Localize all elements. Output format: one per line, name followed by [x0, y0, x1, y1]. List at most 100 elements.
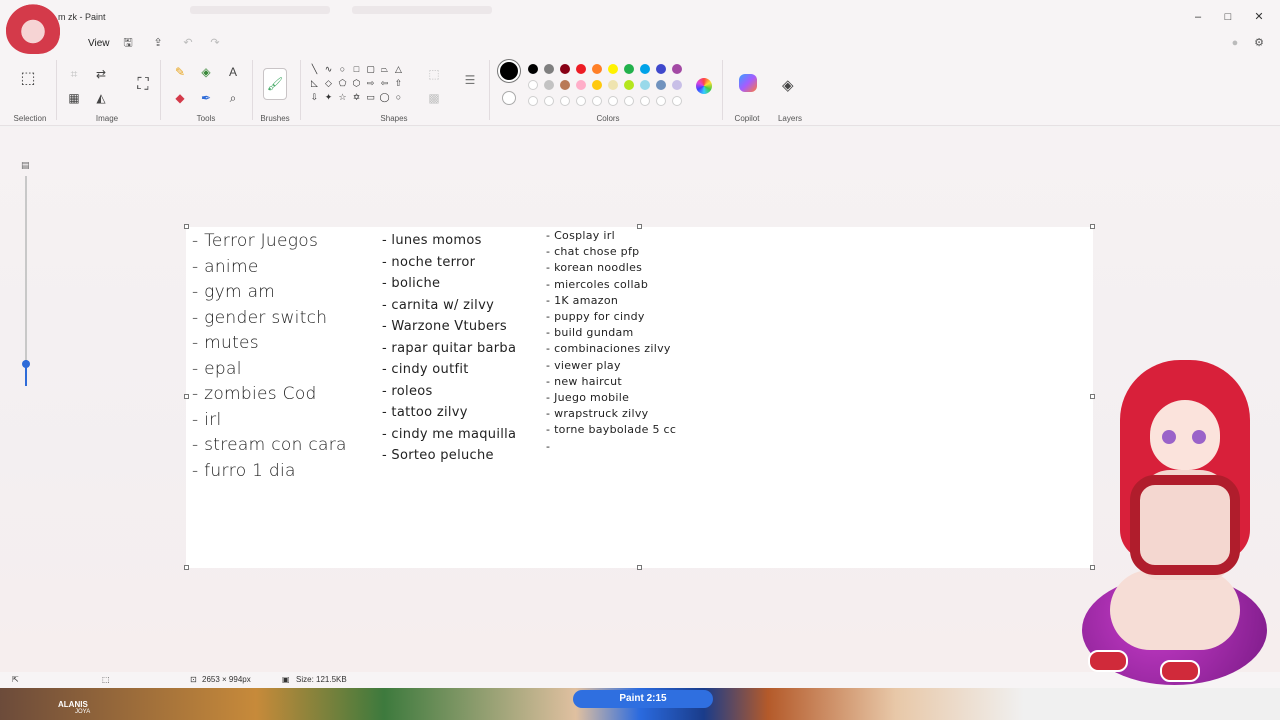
custom-color-slot[interactable] — [560, 96, 570, 106]
color-swatch[interactable] — [592, 80, 602, 90]
custom-color-slot[interactable] — [656, 96, 666, 106]
color-swatch[interactable] — [608, 80, 618, 90]
edit-colors-icon[interactable] — [696, 78, 712, 94]
right-arrow-shape-icon[interactable]: ⇨ — [365, 78, 376, 89]
four-point-star-icon[interactable]: ✦ — [323, 92, 334, 103]
polygon-shape-icon[interactable]: ⏢ — [379, 64, 390, 75]
pentagon-shape-icon[interactable]: ⬠ — [337, 78, 348, 89]
rectangle-shape-icon[interactable]: □ — [351, 64, 362, 75]
copilot-icon[interactable] — [739, 74, 757, 92]
down-arrow-shape-icon[interactable]: ⇩ — [309, 92, 320, 103]
color-swatch[interactable] — [656, 64, 666, 74]
note-line: - chat chose pfp — [546, 245, 640, 259]
overlay-label: ALANIS — [58, 700, 88, 709]
rotate-icon[interactable]: ◭ — [93, 90, 109, 106]
rounded-rect-shape-icon[interactable]: ▢ — [365, 64, 376, 75]
color-swatch[interactable] — [672, 80, 682, 90]
callout-oval-icon[interactable]: ◯ — [379, 92, 390, 103]
secondary-color[interactable] — [502, 91, 516, 105]
canvas-handle[interactable] — [637, 565, 642, 570]
canvas-handle[interactable] — [637, 224, 642, 229]
custom-color-slot[interactable] — [592, 96, 602, 106]
primary-color[interactable] — [500, 62, 518, 80]
brushes-button[interactable]: 🖌 — [263, 68, 287, 100]
color-swatch[interactable] — [544, 80, 554, 90]
share-icon[interactable]: ⇪ — [151, 36, 165, 50]
shape-size-icon[interactable]: ☰ — [462, 72, 478, 88]
zoom-slider-thumb[interactable] — [22, 360, 30, 368]
custom-color-slot[interactable] — [544, 96, 554, 106]
five-point-star-icon[interactable]: ☆ — [337, 92, 348, 103]
view-menu[interactable]: View — [82, 36, 116, 51]
resize-icon[interactable]: ⇄ — [93, 66, 109, 82]
eraser-icon[interactable]: ◆ — [172, 90, 188, 106]
color-swatch[interactable] — [640, 64, 650, 74]
note-line: - irl — [192, 409, 222, 430]
color-swatch[interactable] — [576, 80, 586, 90]
minimize-button[interactable]: – — [1190, 10, 1206, 24]
pencil-icon[interactable]: ✎ — [172, 64, 188, 80]
zoom-slider[interactable] — [25, 176, 27, 386]
six-point-star-icon[interactable]: ✡ — [351, 92, 362, 103]
color-swatch[interactable] — [560, 64, 570, 74]
color-swatch[interactable] — [624, 80, 634, 90]
close-button[interactable]: ✕ — [1251, 10, 1267, 24]
callout-rect-icon[interactable]: ▭ — [365, 92, 376, 103]
color-swatch[interactable] — [560, 80, 570, 90]
text-tool-icon[interactable]: A — [225, 64, 241, 80]
triangle-shape-icon[interactable]: △ — [393, 64, 404, 75]
custom-color-slot[interactable] — [672, 96, 682, 106]
custom-color-slot[interactable] — [576, 96, 586, 106]
color-swatch[interactable] — [624, 64, 634, 74]
canvas-handle[interactable] — [184, 224, 189, 229]
custom-color-slot[interactable] — [608, 96, 618, 106]
custom-color-slot[interactable] — [528, 96, 538, 106]
shape-fill-icon[interactable]: ▩ — [426, 90, 442, 106]
note-line: - epal — [192, 358, 242, 379]
note-line: - Terror Juegos — [192, 231, 319, 251]
hexagon-shape-icon[interactable]: ⬡ — [351, 78, 362, 89]
note-line: - lunes momos — [382, 233, 482, 248]
undo-icon[interactable]: ↶ — [181, 36, 195, 50]
canvas-handle[interactable] — [184, 565, 189, 570]
zoom-fit-icon[interactable]: ▤ — [21, 160, 30, 171]
canvas-handle[interactable] — [1090, 224, 1095, 229]
drawing-canvas[interactable]: - Terror Juegos - anime - gym am - gender s… — [186, 227, 1093, 568]
oval-shape-icon[interactable]: ○ — [337, 64, 348, 75]
account-icon[interactable]: ● — [1228, 36, 1242, 50]
right-triangle-shape-icon[interactable]: ◺ — [309, 78, 320, 89]
crop-icon[interactable]: ⌗ — [66, 66, 82, 82]
color-swatch[interactable] — [640, 80, 650, 90]
redo-icon[interactable]: ↷ — [208, 36, 222, 50]
selection-icon[interactable]: ⬚ — [17, 68, 39, 90]
fill-bucket-icon[interactable]: ◈ — [198, 64, 214, 80]
shape-outline-icon[interactable]: ⬚ — [426, 66, 442, 82]
layers-icon[interactable]: ◈ — [782, 76, 794, 94]
color-swatch[interactable] — [672, 64, 682, 74]
magnifier-icon[interactable]: ⌕ — [225, 90, 241, 106]
color-swatch[interactable] — [576, 64, 586, 74]
color-swatch[interactable] — [608, 64, 618, 74]
settings-gear-icon[interactable]: ⚙ — [1252, 36, 1266, 50]
color-picker-icon[interactable]: ✒ — [198, 90, 214, 106]
color-swatch[interactable] — [544, 64, 554, 74]
maximize-button[interactable]: □ — [1220, 10, 1236, 24]
canvas-handle[interactable] — [184, 394, 189, 399]
color-swatch[interactable] — [592, 64, 602, 74]
line-shape-icon[interactable]: ╲ — [309, 64, 320, 75]
note-line: - combinaciones zilvy — [546, 342, 671, 356]
curve-shape-icon[interactable]: ∿ — [323, 64, 334, 75]
custom-color-slot[interactable] — [640, 96, 650, 106]
image-select-icon[interactable]: ⛶ — [132, 74, 154, 96]
left-arrow-shape-icon[interactable]: ⇦ — [379, 78, 390, 89]
up-arrow-shape-icon[interactable]: ⇧ — [393, 78, 404, 89]
note-line: - stream con cara — [192, 435, 347, 455]
image-layers-icon[interactable]: ▦ — [66, 90, 82, 106]
save-icon[interactable]: 🖫 — [121, 36, 135, 50]
color-swatch[interactable] — [528, 80, 538, 90]
diamond-shape-icon[interactable]: ◇ — [323, 78, 334, 89]
color-swatch[interactable] — [528, 64, 538, 74]
callout-cloud-icon[interactable]: ○ — [393, 92, 404, 103]
color-swatch[interactable] — [656, 80, 666, 90]
custom-color-slot[interactable] — [624, 96, 634, 106]
